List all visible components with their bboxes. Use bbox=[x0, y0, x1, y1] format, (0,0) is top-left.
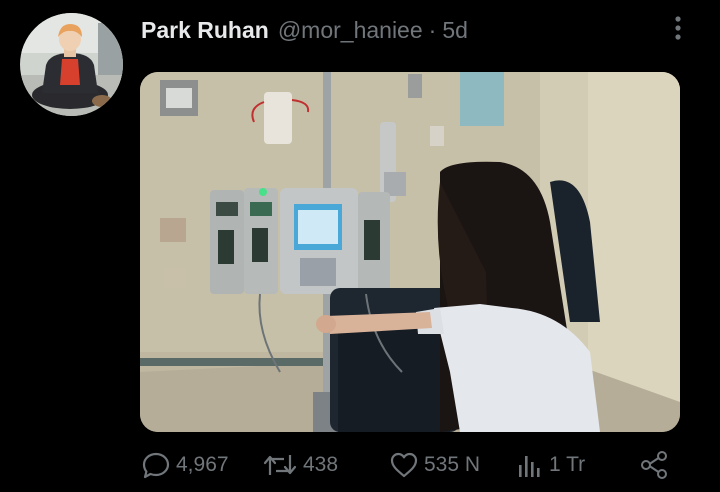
user-handle[interactable]: @mor_haniee bbox=[278, 17, 423, 44]
views-button[interactable]: 1 Tr bbox=[516, 448, 585, 482]
like-button[interactable]: 535 N bbox=[389, 448, 480, 482]
avatar[interactable] bbox=[20, 13, 123, 116]
more-button[interactable] bbox=[664, 14, 692, 46]
heart-icon bbox=[389, 450, 419, 480]
reply-count: 4,967 bbox=[176, 453, 229, 476]
share-icon bbox=[638, 450, 670, 480]
more-vertical-icon bbox=[674, 15, 682, 46]
share-button[interactable] bbox=[638, 448, 670, 482]
retweet-count: 438 bbox=[303, 453, 339, 476]
tweet-actions: 4,967 438 535 N 1 Tr bbox=[0, 448, 720, 482]
tweet-photo[interactable] bbox=[140, 72, 680, 432]
reply-button[interactable]: 4,967 bbox=[141, 448, 229, 482]
like-count: 535 N bbox=[424, 453, 481, 476]
separator-dot: · bbox=[428, 16, 437, 43]
retweet-icon bbox=[262, 450, 298, 480]
tweet-header: Park Ruhan @mor_haniee · 5d bbox=[141, 15, 468, 45]
timestamp[interactable]: 5d bbox=[442, 17, 468, 44]
views-count: 1 Tr bbox=[549, 453, 586, 476]
display-name[interactable]: Park Ruhan bbox=[141, 17, 269, 44]
views-icon bbox=[516, 450, 544, 480]
retweet-button[interactable]: 438 bbox=[262, 448, 338, 482]
reply-icon bbox=[141, 450, 171, 480]
